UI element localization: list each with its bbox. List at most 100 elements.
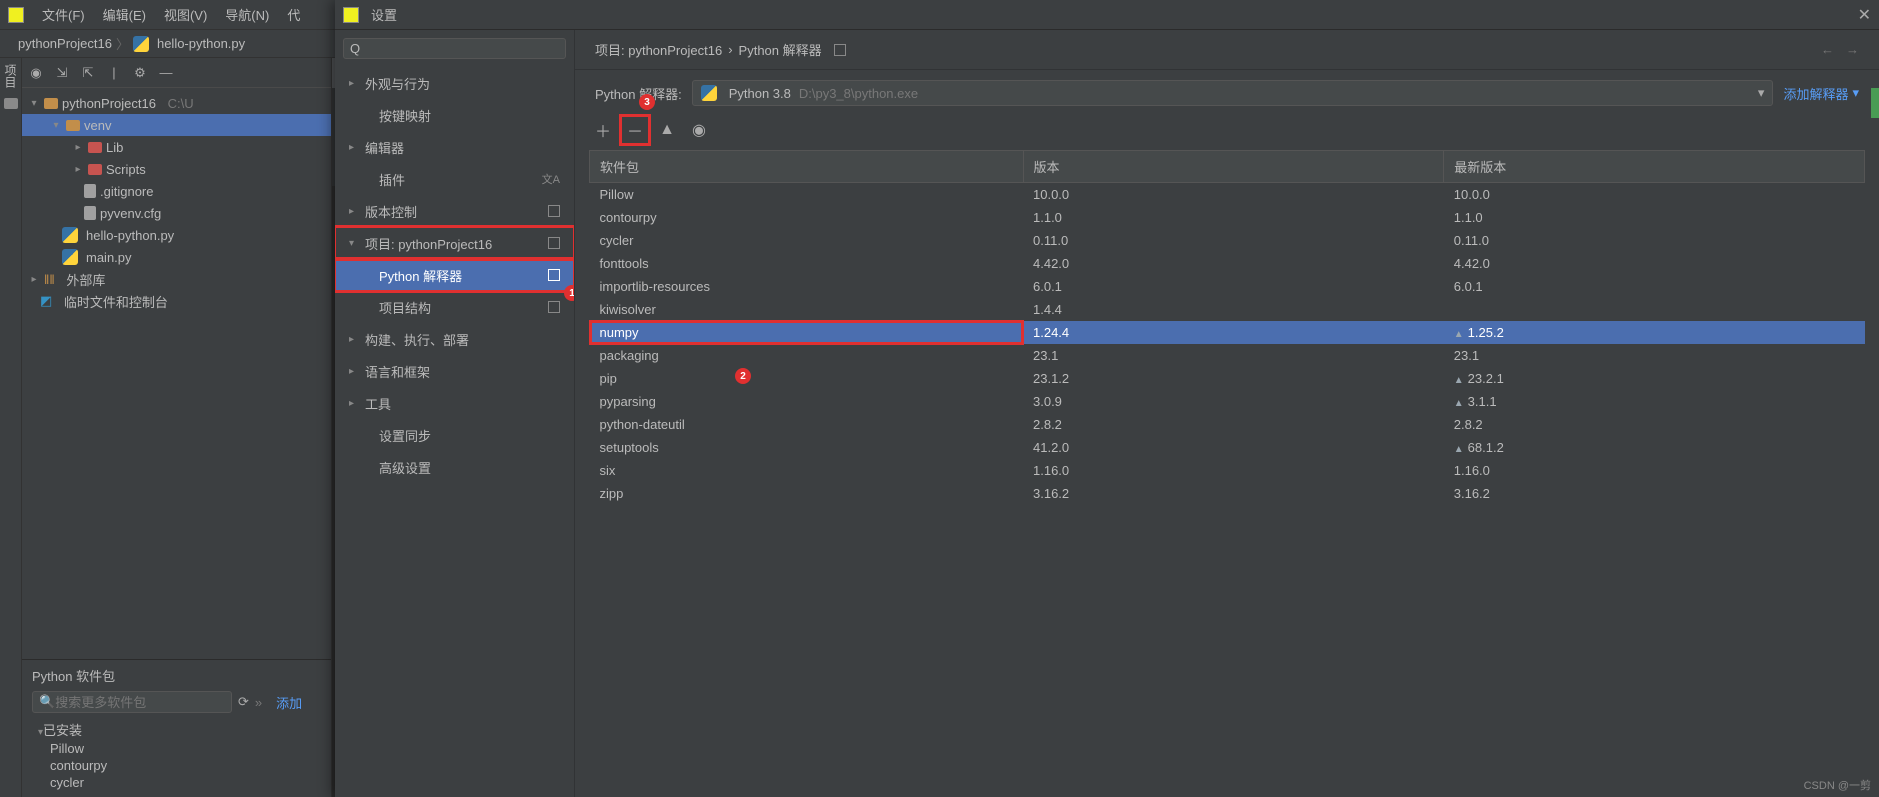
pkg-version: 1.24.4 (1023, 321, 1444, 344)
select-open-file-icon[interactable]: ◉ (28, 65, 44, 81)
expand-all-icon[interactable]: ⇲ (54, 65, 70, 81)
table-row[interactable]: pip23.1.2▲23.2.1 (590, 367, 1865, 390)
folder-icon (66, 120, 80, 131)
table-row[interactable]: fonttools4.42.04.42.0 (590, 252, 1865, 275)
cat-interpreter[interactable]: Python 解释器 (335, 259, 574, 291)
cat-structure[interactable]: 项目结构 1 (335, 291, 574, 323)
cat-build[interactable]: ▸构建、执行、部署 (335, 323, 574, 355)
dropdown-icon: ▾ (1758, 85, 1765, 101)
cat-lang[interactable]: ▸语言和框架 (335, 355, 574, 387)
pkg-name: Pillow (590, 183, 1024, 207)
nav-back-icon[interactable]: ← (1821, 42, 1834, 57)
pkg-version: 1.4.4 (1023, 298, 1444, 321)
cat-editor[interactable]: ▸编辑器 (335, 131, 574, 163)
breadcrumb-file[interactable]: hello-python.py (157, 36, 245, 51)
tree-venv[interactable]: venv (84, 118, 111, 133)
crumb-project[interactable]: 项目: pythonProject16 (595, 40, 722, 59)
cat-adv[interactable]: 高级设置 (335, 451, 574, 483)
table-row[interactable]: six1.16.01.16.0 (590, 459, 1865, 482)
add-interpreter-link[interactable]: 添加解释器 ▾ (1783, 84, 1859, 103)
cat-keymap[interactable]: 按键映射 (335, 99, 574, 131)
remove-package-button[interactable]: － 3 (621, 116, 649, 144)
pkg-item[interactable]: cycler (32, 774, 321, 791)
table-row[interactable]: packaging23.123.1 (590, 344, 1865, 367)
table-row[interactable]: python-dateutil2.8.22.8.2 (590, 413, 1865, 436)
tree-main[interactable]: main.py (86, 250, 132, 265)
tree-lib[interactable]: Lib (106, 140, 123, 155)
show-early-releases-button[interactable]: ◉ (685, 116, 713, 144)
menu-file[interactable]: 文件(F) (42, 5, 85, 24)
hide-icon[interactable]: — (158, 65, 174, 81)
tree-hello[interactable]: hello-python.py (86, 228, 174, 243)
menu-edit[interactable]: 编辑(E) (103, 5, 146, 24)
nav-fwd-icon[interactable]: → (1846, 42, 1859, 57)
search-icon: Q (350, 41, 360, 56)
crumb-sep-icon: › (728, 42, 732, 57)
inspection-ok-icon[interactable] (1871, 88, 1879, 118)
installed-label[interactable]: 已安装 (43, 723, 82, 738)
table-row[interactable]: importlib-resources6.0.16.0.1 (590, 275, 1865, 298)
tree-external[interactable]: 外部库 (66, 270, 105, 289)
pkg-item[interactable]: contourpy (32, 757, 321, 774)
folder-icon[interactable] (4, 98, 18, 109)
table-row[interactable]: contourpy1.1.01.1.0 (590, 206, 1865, 229)
table-row[interactable]: pyparsing3.0.9▲3.1.1 (590, 390, 1865, 413)
python-file-icon (62, 249, 78, 265)
interpreter-combo[interactable]: Python 3.8 D:\py3_8\python.exe ▾ (692, 80, 1774, 106)
folder-icon (88, 142, 102, 153)
cat-project[interactable]: ▾项目: pythonProject16 (335, 227, 574, 259)
table-row[interactable]: zipp3.16.23.16.2 (590, 482, 1865, 505)
file-icon (84, 184, 96, 198)
cat-appearance[interactable]: ▸外观与行为 (335, 67, 574, 99)
cat-sync[interactable]: 设置同步 (335, 419, 574, 451)
pkg-item[interactable]: Pillow (32, 740, 321, 757)
tree-gitignore[interactable]: .gitignore (100, 184, 153, 199)
installed-packages: ▾已安装 Pillow contourpy cycler (32, 719, 321, 791)
table-row[interactable]: setuptools41.2.0▲68.1.2 (590, 436, 1865, 459)
cat-plugins[interactable]: 插件文A (335, 163, 574, 195)
tree-pyvenv[interactable]: pyvenv.cfg (100, 206, 161, 221)
scratch-icon: ◩ (40, 293, 52, 309)
upgrade-package-button[interactable]: ▲ (653, 116, 681, 144)
dialog-title: 设置 (371, 5, 397, 24)
settings-content: 项目: pythonProject16 › Python 解释器 ← → Pyt… (575, 30, 1879, 797)
table-row[interactable]: cycler0.11.00.11.0 (590, 229, 1865, 252)
project-tree[interactable]: ▾pythonProject16 C:\U ▾venv ▸Lib ▸Script… (22, 88, 331, 659)
tree-scratch[interactable]: 临时文件和控制台 (64, 292, 168, 311)
cat-vcs[interactable]: ▸版本控制 (335, 195, 574, 227)
pkg-add-link[interactable]: 添加 (276, 693, 302, 712)
collapse-all-icon[interactable]: ⇱ (80, 65, 96, 81)
pkg-name: cycler (590, 229, 1024, 252)
pkg-name: fonttools (590, 252, 1024, 275)
pkg-version: 3.0.9 (1023, 390, 1444, 413)
col-package[interactable]: 软件包 (590, 151, 1024, 183)
add-package-button[interactable]: ＋ (589, 116, 617, 144)
project-tool-tab[interactable]: 项目 (2, 64, 19, 88)
settings-gear-icon[interactable]: ⚙ (132, 65, 148, 81)
tree-root[interactable]: pythonProject16 (62, 96, 156, 111)
settings-search-input[interactable] (360, 41, 559, 56)
tree-scripts[interactable]: Scripts (106, 162, 146, 177)
close-icon[interactable]: ✕ (1858, 5, 1871, 25)
pkg-search-input[interactable] (55, 695, 225, 710)
menu-view[interactable]: 视图(V) (164, 5, 207, 24)
table-row[interactable]: kiwisolver1.4.4 (590, 298, 1865, 321)
menu-code[interactable]: 代 (287, 5, 300, 24)
breadcrumb-project[interactable]: pythonProject16 (18, 36, 112, 51)
cat-tools[interactable]: ▸工具 (335, 387, 574, 419)
package-toolbar: ＋ － 3 ▲ ◉ (575, 116, 1879, 150)
table-row[interactable]: numpy1.24.4▲1.25.2 (590, 321, 1865, 344)
pkg-version: 0.11.0 (1023, 229, 1444, 252)
divider-icon: | (106, 65, 122, 81)
pkg-search-box[interactable]: 🔍 (32, 691, 232, 713)
interpreter-path: D:\py3_8\python.exe (799, 86, 918, 101)
col-version[interactable]: 版本 (1023, 151, 1444, 183)
pkg-version: 23.1.2 (1023, 367, 1444, 390)
settings-search[interactable]: Q (343, 38, 566, 59)
packages-table[interactable]: 软件包 版本 最新版本 Pillow10.0.010.0.0contourpy1… (589, 150, 1865, 505)
reload-icon[interactable]: ⟳ (238, 694, 249, 710)
menu-nav[interactable]: 导航(N) (225, 5, 269, 24)
col-latest[interactable]: 最新版本 (1444, 151, 1865, 183)
table-row[interactable]: Pillow10.0.010.0.0 (590, 183, 1865, 207)
pkg-name: pyparsing (590, 390, 1024, 413)
